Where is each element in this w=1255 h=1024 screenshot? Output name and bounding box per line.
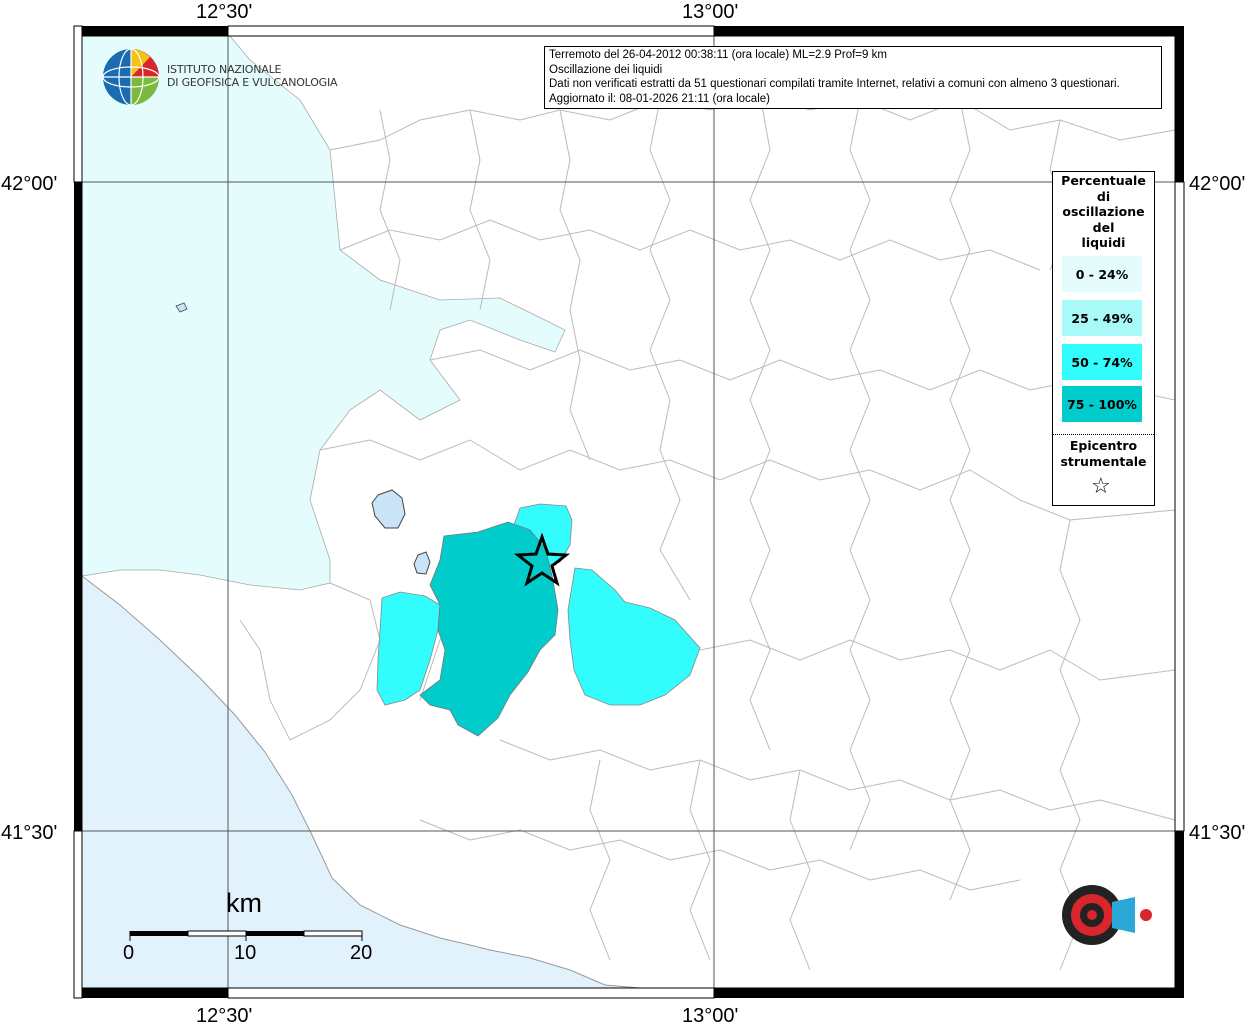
lon-label-bottom-2: 13°00' [682,1005,738,1024]
ingv-logo: ISTITUTO NAZIONALE DI GEOFISICA E VULCAN… [167,63,338,89]
scale-tick-0: 0 [123,942,135,964]
lat-label-left-1: 42°00' [1,173,57,195]
ingv-logo-icon [102,48,160,106]
intensity-map: 12°30' 13°00' 12°30' 13°00' 42°00' 41°30… [1,1,1245,1024]
legend-divider [1053,434,1154,435]
update-timestamp: Aggiornato il: 08-01-2026 21:11 (ora loc… [549,93,770,106]
map-legend: Percentuale di oscillazione del liquidi … [1052,171,1155,506]
lon-label-top-2: 13°00' [682,1,738,23]
legend-title-line: oscillazione [1062,204,1145,219]
legend-epicenter-label: Epicentro strumentale [1053,438,1154,470]
scale-unit: km [226,888,262,918]
data-note: Dati non verificati estratti da 51 quest… [549,78,1120,91]
lon-label-bottom-1: 12°30' [196,1005,252,1024]
scale-tick-10: 10 [234,942,257,964]
legend-class-25-49: 25 - 49% [1062,300,1142,336]
lat-label-right-2: 41°30' [1189,822,1245,844]
lat-label-left-2: 41°30' [1,822,57,844]
lon-label-top-1: 12°30' [196,1,252,23]
legend-class-0-24: 0 - 24% [1062,256,1142,292]
legend-title-line: Percentuale [1061,173,1146,188]
legend-title-line: liquidi [1081,235,1126,250]
legend-title-line: di [1096,188,1111,204]
legend-title-line: del [1092,219,1115,235]
legend-class-75-100: 75 - 100% [1062,386,1142,422]
map-subject: Oscillazione dei liquidi [549,63,663,76]
scale-tick-20: 20 [350,942,373,964]
ingv-name-line1: ISTITUTO NAZIONALE [167,63,282,76]
legend-star-icon: ☆ [1091,474,1111,499]
lat-label-right-1: 42°00' [1189,173,1245,195]
legend-epicenter-line: strumentale [1060,454,1147,469]
ingv-name-line2: DI GEOFISICA E VULCANOLOGIA [167,76,338,89]
event-title: Terremoto del 26-04-2012 00:38:11 (ora l… [549,49,887,61]
event-info-box: Terremoto del 26-04-2012 00:38:11 (ora l… [544,46,1162,109]
legend-title: Percentuale di oscillazione del liquidi [1053,173,1154,251]
legend-class-50-74: 50 - 74% [1062,344,1142,380]
legend-epicenter-line: Epicentro [1069,438,1138,453]
